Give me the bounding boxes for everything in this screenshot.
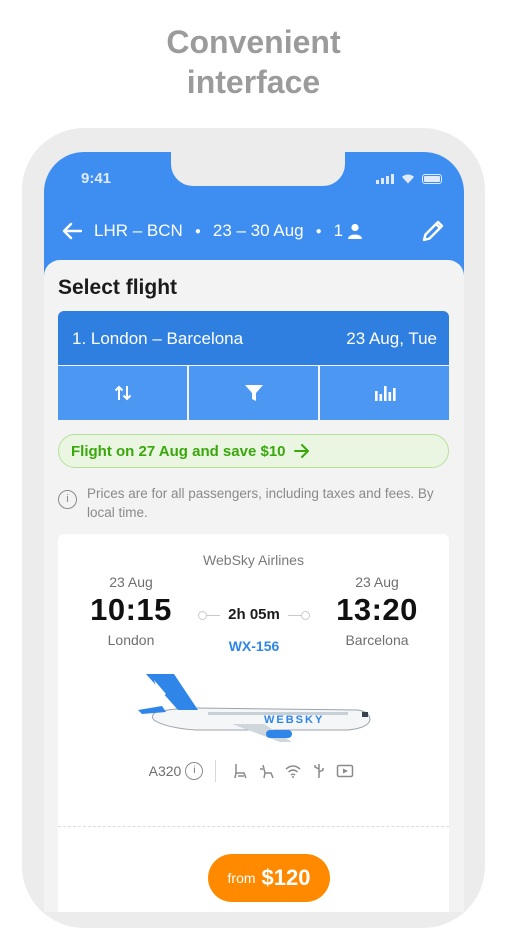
wifi-icon — [285, 765, 301, 778]
arrival-city: Barcelona — [345, 632, 409, 648]
departure-time: 10:15 — [90, 592, 172, 627]
route-line — [206, 615, 220, 616]
sort-icon — [114, 385, 131, 401]
price-info-text: Prices are for all passengers, including… — [87, 486, 434, 520]
filter-button[interactable] — [189, 366, 318, 420]
sort-button[interactable] — [58, 366, 187, 420]
wifi-icon — [402, 174, 414, 184]
flight-number: WX-156 — [228, 638, 280, 654]
headline-line-1: Convenient — [166, 24, 341, 60]
info-icon: i — [58, 490, 77, 509]
leg-header: 1. London – Barcelona 23 Aug, Tue — [58, 311, 449, 365]
headline-line-2: interface — [186, 64, 321, 100]
leg-name: 1. London – Barcelona — [72, 329, 244, 348]
departure-date: 23 Aug — [109, 574, 153, 590]
duration-block: 2h 05m — [198, 606, 310, 623]
aircraft-model: A320 — [148, 763, 182, 779]
dates-summary: 23 – 30 Aug — [212, 221, 304, 240]
arrival-date: 23 Aug — [355, 574, 399, 590]
arrival-time: 13:20 — [336, 592, 418, 627]
headline: Convenient interface — [0, 22, 507, 102]
bar-chart-icon — [374, 386, 396, 401]
amenities-row: A320 i — [58, 760, 449, 782]
aircraft-info-icon[interactable]: i — [185, 762, 204, 780]
edit-pencil-icon[interactable] — [420, 218, 446, 244]
flight-duration: 2h 05m — [228, 606, 280, 623]
route-line — [288, 615, 302, 616]
price-amount: $120 — [261, 865, 311, 890]
toolbar — [58, 366, 449, 420]
price-button[interactable]: from $120 — [208, 854, 330, 902]
status-icons — [376, 172, 442, 184]
price-prefix: from — [227, 870, 256, 886]
divider — [215, 760, 217, 782]
phone-notch — [171, 152, 345, 186]
person-icon — [348, 223, 363, 239]
battery-icon — [422, 174, 442, 184]
search-summary-bar: LHR – BCN ● 23 – 30 Aug ● 1 — [62, 218, 446, 244]
flight-card[interactable]: WebSky Airlines 23 Aug 10:15 London 2h 0… — [58, 534, 449, 912]
promo-banner[interactable]: Flight on 27 Aug and save $10 — [58, 434, 449, 468]
arrival-block: 23 Aug 13:20 Barcelona — [322, 574, 432, 648]
page-title: Select flight — [58, 276, 178, 299]
content-sheet: Select flight 1. London – Barcelona 23 A… — [44, 260, 464, 912]
passenger-count: 1 — [333, 221, 344, 240]
card-divider — [58, 826, 449, 827]
separator-dot: ● — [194, 225, 201, 237]
route-summary: LHR – BCN — [94, 221, 183, 240]
arrow-right-icon — [293, 444, 309, 458]
departure-city: London — [107, 632, 155, 648]
price-info-note: i Prices are for all passengers, includi… — [58, 484, 449, 522]
separator-dot: ● — [315, 225, 322, 237]
aircraft-livery: WEBSKY — [264, 714, 324, 726]
leg-date: 23 Aug, Tue — [346, 329, 437, 348]
usb-icon — [314, 764, 325, 778]
legroom-seat-icon — [260, 764, 275, 779]
entertainment-screen-icon — [337, 764, 354, 778]
price-chart-button[interactable] — [320, 366, 449, 420]
status-time: 9:41 — [81, 170, 112, 187]
app-screen: 9:41 LHR – BCN ● 23 – 30 Aug ● 1 Select … — [44, 152, 464, 912]
route-dot — [301, 611, 310, 620]
filter-icon — [244, 385, 263, 401]
airplane-image: WEBSKY — [138, 674, 371, 742]
airline-name: WebSky Airlines — [203, 552, 304, 568]
departure-block: 23 Aug 10:15 London — [76, 574, 186, 648]
seat-icon — [234, 764, 248, 779]
signal-icon — [376, 174, 394, 184]
promo-text: Flight on 27 Aug and save $10 — [71, 442, 286, 460]
back-arrow-icon[interactable] — [62, 220, 84, 242]
